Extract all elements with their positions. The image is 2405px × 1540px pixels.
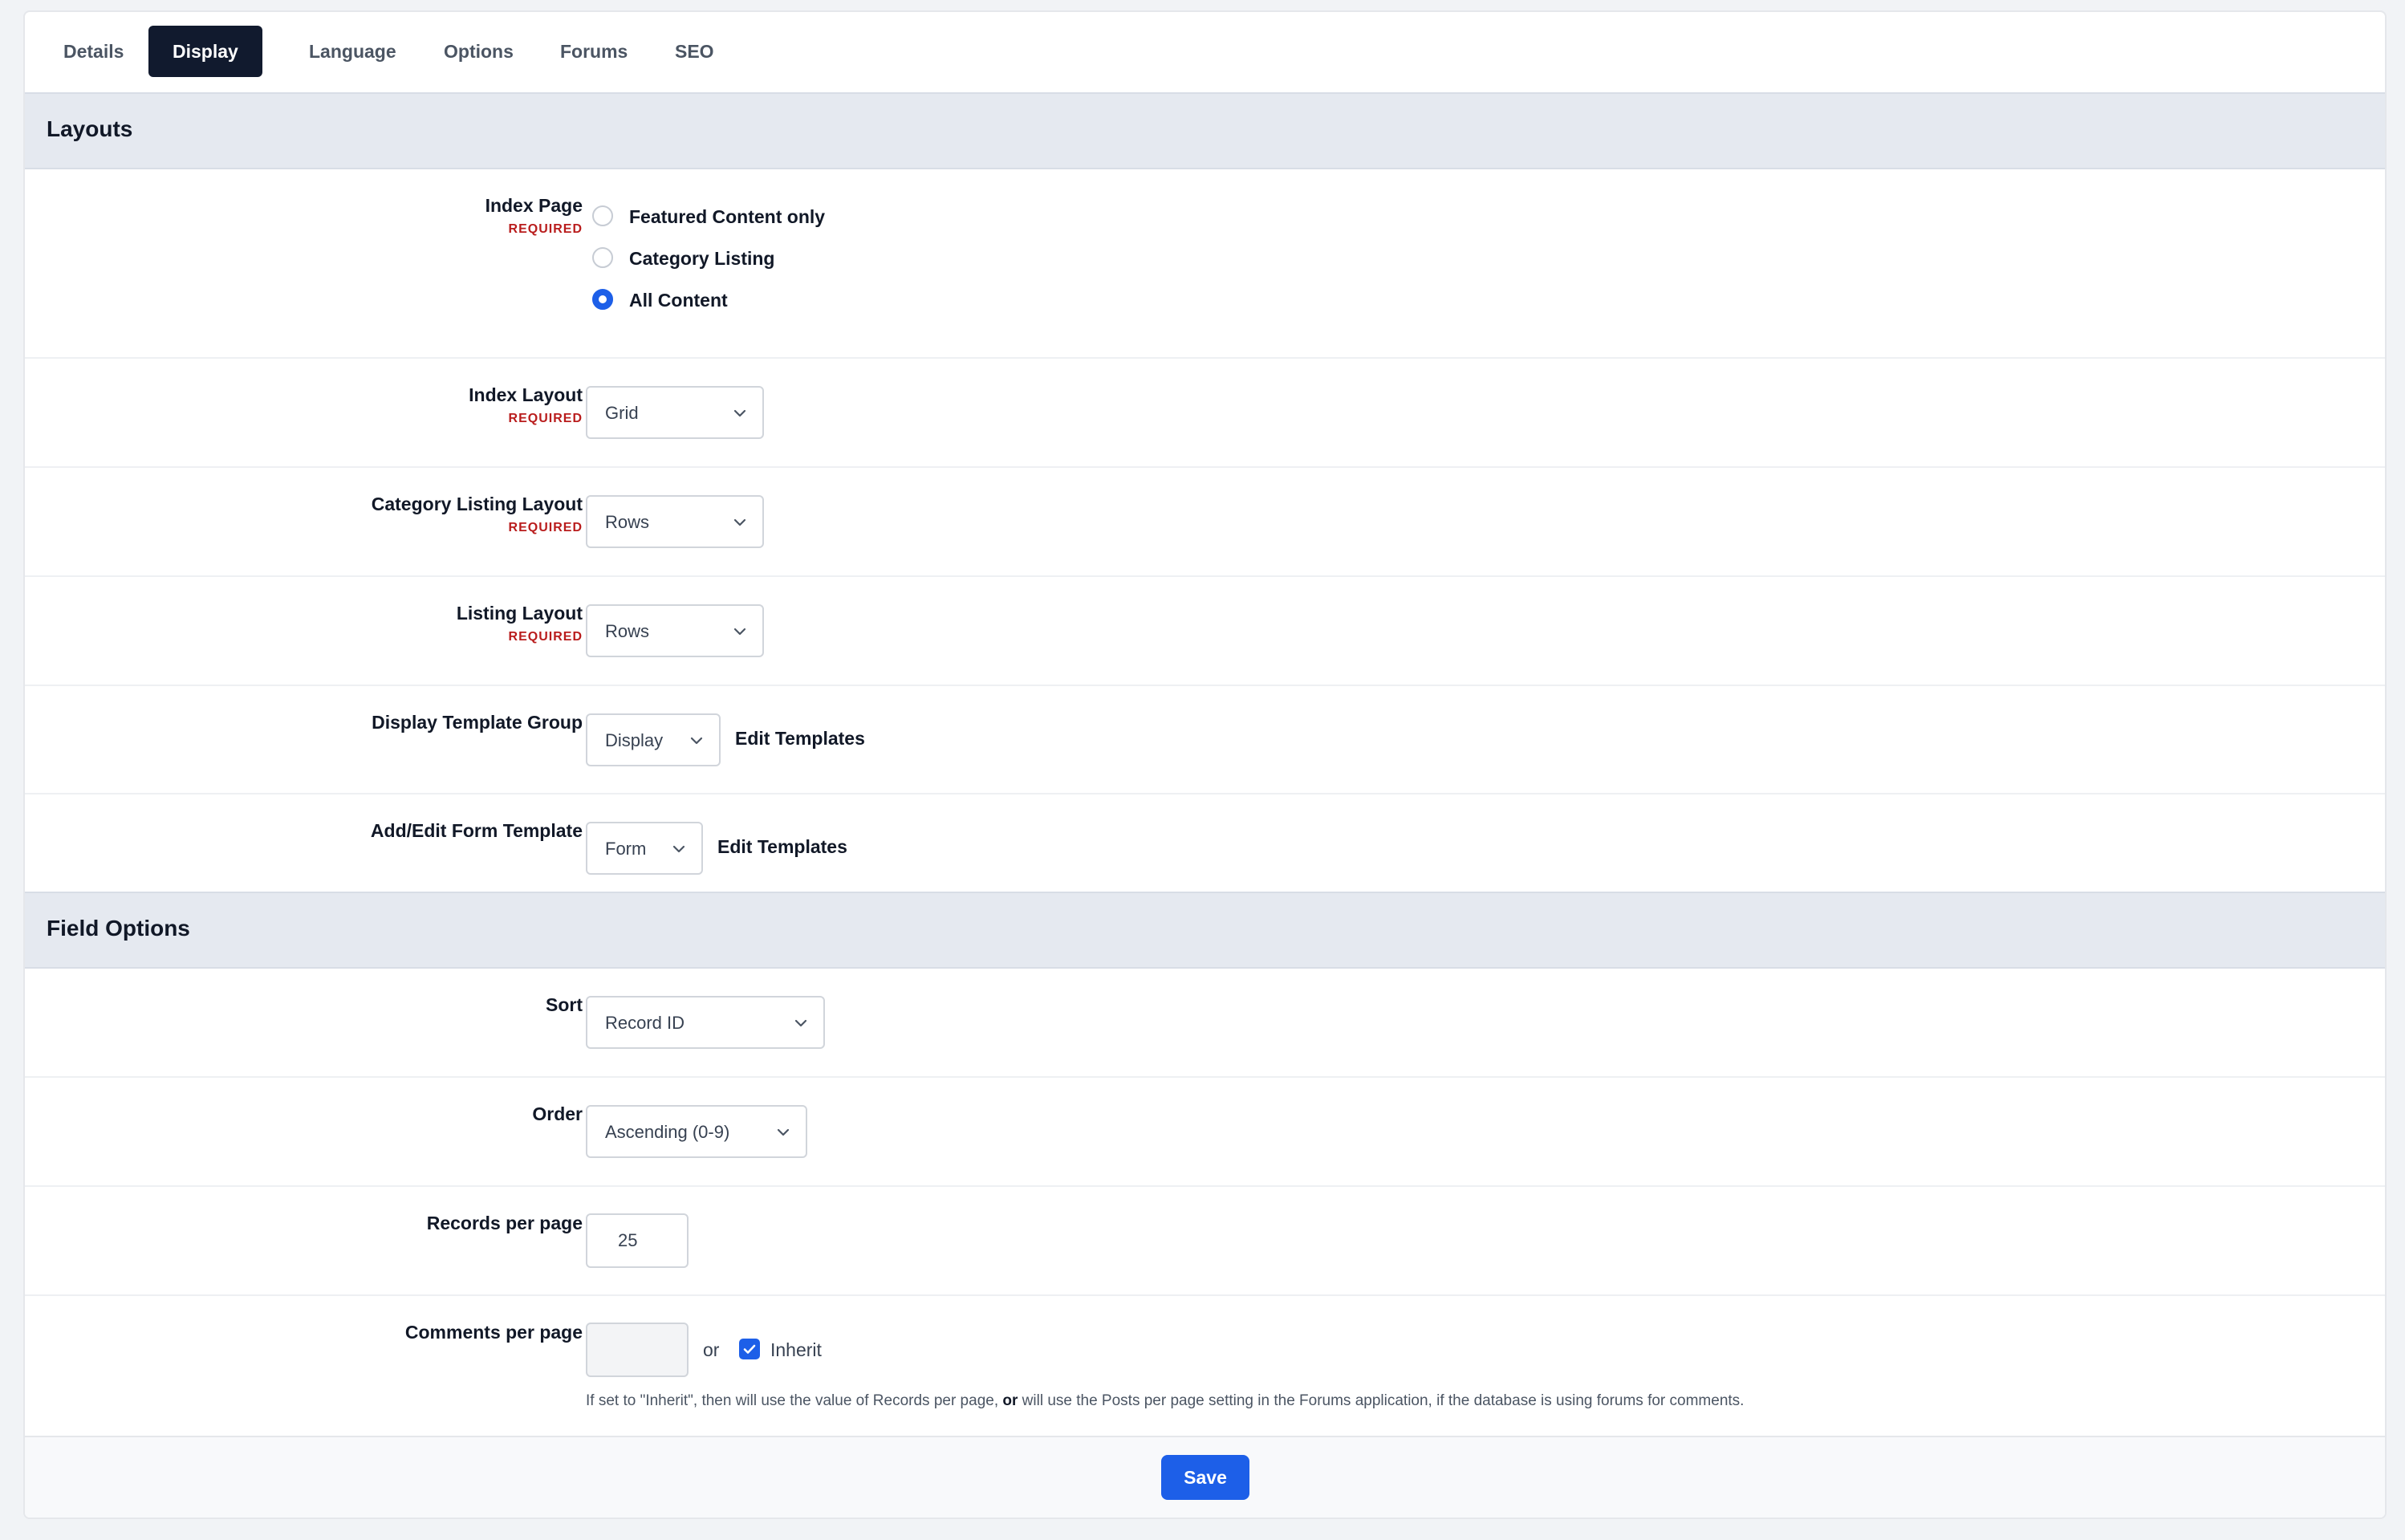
field-label: Index Layout [469, 384, 583, 405]
chevron-down-icon [733, 518, 746, 526]
select-value: Ascending (0-9) [605, 1122, 730, 1142]
order-row: Order Ascending (0-9) [25, 1078, 2385, 1187]
inherit-checkbox[interactable] [739, 1339, 760, 1359]
section-title: Field Options [47, 916, 190, 941]
check-icon [743, 1344, 756, 1354]
help-text-part: will use the Posts per page setting in t… [1018, 1392, 1745, 1409]
radio-label: Featured Content only [629, 206, 826, 227]
help-text-bold: or [1002, 1392, 1018, 1409]
field-label: Records per page [426, 1213, 583, 1233]
tab-options[interactable]: Options [420, 26, 538, 77]
required-badge: REQUIRED [508, 521, 583, 534]
field-label: Comments per page [404, 1322, 583, 1343]
comments-help-text: If set to "Inherit", then will use the v… [586, 1392, 1744, 1410]
display-template-group-row: Display Template Group Display Edit Temp… [25, 686, 2385, 794]
tab-seo[interactable]: SEO [651, 26, 738, 77]
select-value: Grid [605, 403, 639, 423]
comments-per-page-input[interactable] [586, 1323, 689, 1377]
select-value: Form [605, 839, 647, 859]
select-value: Display [605, 730, 664, 750]
sort-row: Sort Record ID [25, 969, 2385, 1078]
records-per-page-input[interactable]: 25 [586, 1213, 689, 1268]
radio-button[interactable] [592, 205, 613, 226]
edit-templates-link[interactable]: Edit Templates [717, 836, 847, 858]
help-text-part: If set to "Inherit", then will use the v… [586, 1392, 1003, 1409]
tab-display[interactable]: Display [148, 26, 262, 77]
chevron-down-icon [733, 628, 746, 636]
field-label: Sort [546, 994, 583, 1015]
edit-templates-link[interactable]: Edit Templates [735, 728, 865, 750]
records-per-page-row: Records per page 25 [25, 1187, 2385, 1296]
order-select[interactable]: Ascending (0-9) [586, 1105, 807, 1158]
field-label: Display Template Group [372, 712, 583, 733]
or-text: or [703, 1339, 720, 1360]
chevron-down-icon [794, 1019, 807, 1027]
required-badge: REQUIRED [508, 412, 583, 425]
comments-per-page-row: Comments per page or Inherit If set to "… [25, 1296, 2385, 1442]
chevron-down-icon [777, 1128, 790, 1136]
index-page-row: Index Page REQUIRED Featured Content onl… [25, 169, 2385, 359]
sort-select[interactable]: Record ID [586, 996, 825, 1049]
form-footer: Save [25, 1436, 2385, 1518]
radio-label: All Content [629, 290, 728, 311]
required-badge: REQUIRED [508, 630, 583, 644]
listing-layout-select[interactable]: Rows [586, 604, 764, 657]
chevron-down-icon [733, 409, 746, 417]
tab-forums[interactable]: Forums [536, 26, 652, 77]
tab-language[interactable]: Language [285, 26, 420, 77]
add-edit-form-template-row: Add/Edit Form Template Form Edit Templat… [25, 794, 2385, 904]
field-label: Category Listing Layout [371, 494, 583, 514]
field-label: Order [532, 1103, 583, 1124]
radio-button[interactable] [592, 247, 613, 268]
field-label: Index Page [485, 195, 583, 216]
tab-bar: Details Display Language Options Forums … [25, 12, 2385, 92]
save-button[interactable]: Save [1161, 1455, 1249, 1500]
required-badge: REQUIRED [508, 222, 583, 236]
chevron-down-icon [672, 845, 685, 853]
select-value: Record ID [605, 1013, 685, 1033]
field-label: Listing Layout [456, 603, 583, 624]
select-value: Rows [605, 621, 650, 641]
select-value: Rows [605, 512, 650, 532]
form-template-select[interactable]: Form [586, 822, 703, 875]
settings-panel: Details Display Language Options Forums … [23, 10, 2387, 1519]
radio-button-selected[interactable] [592, 289, 613, 310]
inherit-label[interactable]: Inherit [770, 1339, 822, 1361]
index-layout-select[interactable]: Grid [586, 386, 764, 439]
tab-details[interactable]: Details [39, 26, 148, 77]
radio-label: Category Listing [629, 248, 775, 269]
index-layout-row: Index Layout REQUIRED Grid [25, 359, 2385, 468]
layouts-section-header: Layouts [25, 92, 2385, 169]
category-listing-layout-row: Category Listing Layout REQUIRED Rows [25, 468, 2385, 577]
section-title: Layouts [47, 116, 133, 141]
display-template-group-select[interactable]: Display [586, 713, 721, 766]
field-options-section-header: Field Options [25, 892, 2385, 969]
listing-layout-row: Listing Layout REQUIRED Rows [25, 577, 2385, 686]
category-listing-layout-select[interactable]: Rows [586, 495, 764, 548]
field-label: Add/Edit Form Template [370, 820, 583, 841]
chevron-down-icon [690, 737, 703, 745]
